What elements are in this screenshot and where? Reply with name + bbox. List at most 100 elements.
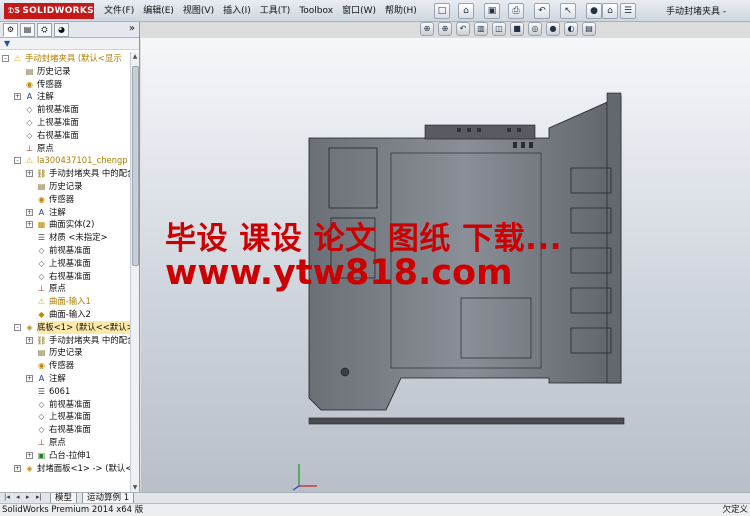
- expand-icon[interactable]: +: [26, 221, 33, 229]
- tree-item[interactable]: ◇ 上视基准面: [0, 257, 130, 270]
- origin-icon: ⊥: [38, 284, 45, 294]
- expand-icon[interactable]: +: [14, 93, 21, 101]
- collapse-icon[interactable]: -: [14, 323, 21, 331]
- tree-item[interactable]: + ▦ 曲面实体(2): [0, 218, 130, 231]
- scroll-up-icon[interactable]: ▲: [131, 52, 139, 61]
- new-document-icon[interactable]: □: [434, 3, 450, 19]
- tree-item[interactable]: + A 注解: [0, 372, 130, 385]
- scroll-thumb[interactable]: [132, 66, 139, 266]
- tree-item[interactable]: + A 注解: [0, 206, 130, 219]
- zoom-to-fit-icon[interactable]: ⊕: [420, 22, 434, 36]
- menu-help[interactable]: 帮助(H): [385, 4, 417, 18]
- tree-item[interactable]: ☰ 材质 <未指定>: [0, 231, 130, 244]
- collapse-panel-icon[interactable]: »: [129, 23, 135, 34]
- tree-item[interactable]: ▤ 历史记录: [0, 180, 130, 193]
- assembly-warning-icon: ⚠: [13, 54, 22, 63]
- scroll-down-icon[interactable]: ▼: [131, 483, 139, 492]
- tree-item[interactable]: ◇ 前视基准面: [0, 103, 130, 116]
- tree-item[interactable]: ⚠ 曲面-输入1: [0, 295, 130, 308]
- tree-item[interactable]: + ◈ 封堵面板<1> -> (默认<<: [0, 462, 130, 475]
- property-manager-tab-icon[interactable]: ▤: [20, 23, 35, 37]
- sensor-icon: ◉: [38, 194, 45, 204]
- edit-appearance-icon[interactable]: ●: [546, 22, 560, 36]
- collapse-icon[interactable]: -: [14, 157, 21, 165]
- tree-item-label: 手动封堵夹具 中的配合: [49, 168, 130, 179]
- open-folder-icon[interactable]: ⌂: [458, 3, 474, 19]
- menu-insert[interactable]: 插入(I): [223, 4, 251, 18]
- feature-manager-tab-icon[interactable]: ⚙: [3, 23, 18, 37]
- tree-item[interactable]: ◇ 右视基准面: [0, 129, 130, 142]
- expand-icon[interactable]: +: [26, 170, 33, 178]
- apply-scene-icon[interactable]: ◐: [564, 22, 578, 36]
- tree-item[interactable]: ☰ 6061: [0, 385, 130, 398]
- tree-item[interactable]: ◇ 右视基准面: [0, 423, 130, 436]
- tree-item[interactable]: ▤ 历史记录: [0, 65, 130, 78]
- first-tab-icon[interactable]: |◂: [4, 493, 10, 501]
- display-manager-tab-icon[interactable]: ◕: [54, 23, 69, 37]
- next-tab-icon[interactable]: ▸: [26, 493, 30, 501]
- display-style-icon[interactable]: ■: [510, 22, 524, 36]
- zoom-area-icon[interactable]: ⊕: [438, 22, 452, 36]
- tree-item-label: 手动封堵夹具 中的配合: [49, 334, 130, 345]
- tree-item[interactable]: ⊥ 原点: [0, 282, 130, 295]
- tree-item[interactable]: - ◈ 底板<1> (默认<<默认>_: [0, 320, 130, 334]
- rebuild-icon[interactable]: ●: [586, 3, 602, 19]
- expand-icon[interactable]: +: [14, 464, 21, 472]
- tree-item[interactable]: - ⚠ la300437101_chengp: [0, 154, 130, 167]
- tree-item[interactable]: ◉ 传感器: [0, 359, 130, 372]
- tree-item[interactable]: ⊥ 原点: [0, 142, 130, 155]
- previous-view-icon[interactable]: ↶: [456, 22, 470, 36]
- view-orientation-icon[interactable]: ◫: [492, 22, 506, 36]
- view-settings-icon[interactable]: ▤: [582, 22, 596, 36]
- collapse-icon[interactable]: -: [2, 55, 9, 62]
- tree-item-label: 上视基准面: [37, 116, 79, 127]
- expand-icon[interactable]: +: [26, 451, 33, 459]
- save-icon[interactable]: ▣: [484, 3, 500, 19]
- plane-icon: ◇: [38, 412, 45, 422]
- expand-icon[interactable]: +: [26, 336, 33, 344]
- menu-toolbox[interactable]: Toolbox: [299, 4, 333, 18]
- tree-item[interactable]: ◆ 曲面-输入2: [0, 308, 130, 321]
- tree-item[interactable]: ◉ 传感器: [0, 193, 130, 206]
- configuration-manager-tab-icon[interactable]: ⛭: [37, 23, 52, 37]
- tree-item[interactable]: ◇ 前视基准面: [0, 244, 130, 257]
- menu-view[interactable]: 视图(V): [183, 4, 214, 18]
- right-flange[interactable]: [606, 92, 622, 384]
- menu-edit[interactable]: 编辑(E): [143, 4, 174, 18]
- file-properties-icon[interactable]: ⌂: [602, 3, 618, 19]
- filter-icon[interactable]: ▼: [0, 38, 139, 50]
- print-icon[interactable]: ⎙: [508, 3, 524, 19]
- tree-item[interactable]: ◉ 传感器: [0, 78, 130, 91]
- select-arrow-icon[interactable]: ↖: [560, 3, 576, 19]
- tree-item-label: 上视基准面: [49, 411, 91, 422]
- tree-item[interactable]: + ⛓ 手动封堵夹具 中的配合: [0, 167, 130, 180]
- options-icon[interactable]: ☰: [620, 3, 636, 19]
- tree-item[interactable]: + ⛓ 手动封堵夹具 中的配合: [0, 334, 130, 347]
- tree-item[interactable]: ⊥ 原点: [0, 436, 130, 449]
- hide-show-items-icon[interactable]: ◎: [528, 22, 542, 36]
- tree-item-label: 注解: [37, 91, 54, 102]
- menu-tools[interactable]: 工具(T): [260, 4, 291, 18]
- expand-icon[interactable]: +: [26, 208, 33, 216]
- tree-vertical-scrollbar[interactable]: ▲ ▼: [130, 52, 139, 492]
- menu-window[interactable]: 窗口(W): [342, 4, 376, 18]
- annotation-icon: A: [38, 207, 45, 217]
- tree-item[interactable]: ◇ 上视基准面: [0, 410, 130, 423]
- section-view-icon[interactable]: ▥: [474, 22, 488, 36]
- feature-manager-panel: ⚙ ▤ ⛭ ◕ » ▼ - ⚠ 手动封堵夹具 (默认<显示 ▤ 历史记录 ◉ 传感器 + A 注解…: [0, 22, 140, 502]
- last-tab-icon[interactable]: ▸|: [36, 493, 42, 501]
- material-icon: ☰: [37, 386, 46, 396]
- tree-item[interactable]: ◇ 上视基准面: [0, 116, 130, 129]
- expand-icon[interactable]: +: [26, 374, 33, 382]
- tree-item[interactable]: + ▣ 凸台-拉伸1: [0, 449, 130, 462]
- history-icon: ▤: [25, 66, 34, 76]
- base-plate[interactable]: [308, 417, 625, 425]
- undo-icon[interactable]: ↶: [534, 3, 550, 19]
- prev-tab-icon[interactable]: ◂: [16, 493, 20, 501]
- tree-item[interactable]: ◇ 右视基准面: [0, 270, 130, 283]
- tree-item[interactable]: - ⚠ 手动封堵夹具 (默认<显示: [0, 52, 130, 65]
- tree-item[interactable]: ◇ 前视基准面: [0, 398, 130, 411]
- menu-file[interactable]: 文件(F): [104, 4, 134, 18]
- tree-item[interactable]: ▤ 历史记录: [0, 346, 130, 359]
- tree-item[interactable]: + A 注解: [0, 90, 130, 103]
